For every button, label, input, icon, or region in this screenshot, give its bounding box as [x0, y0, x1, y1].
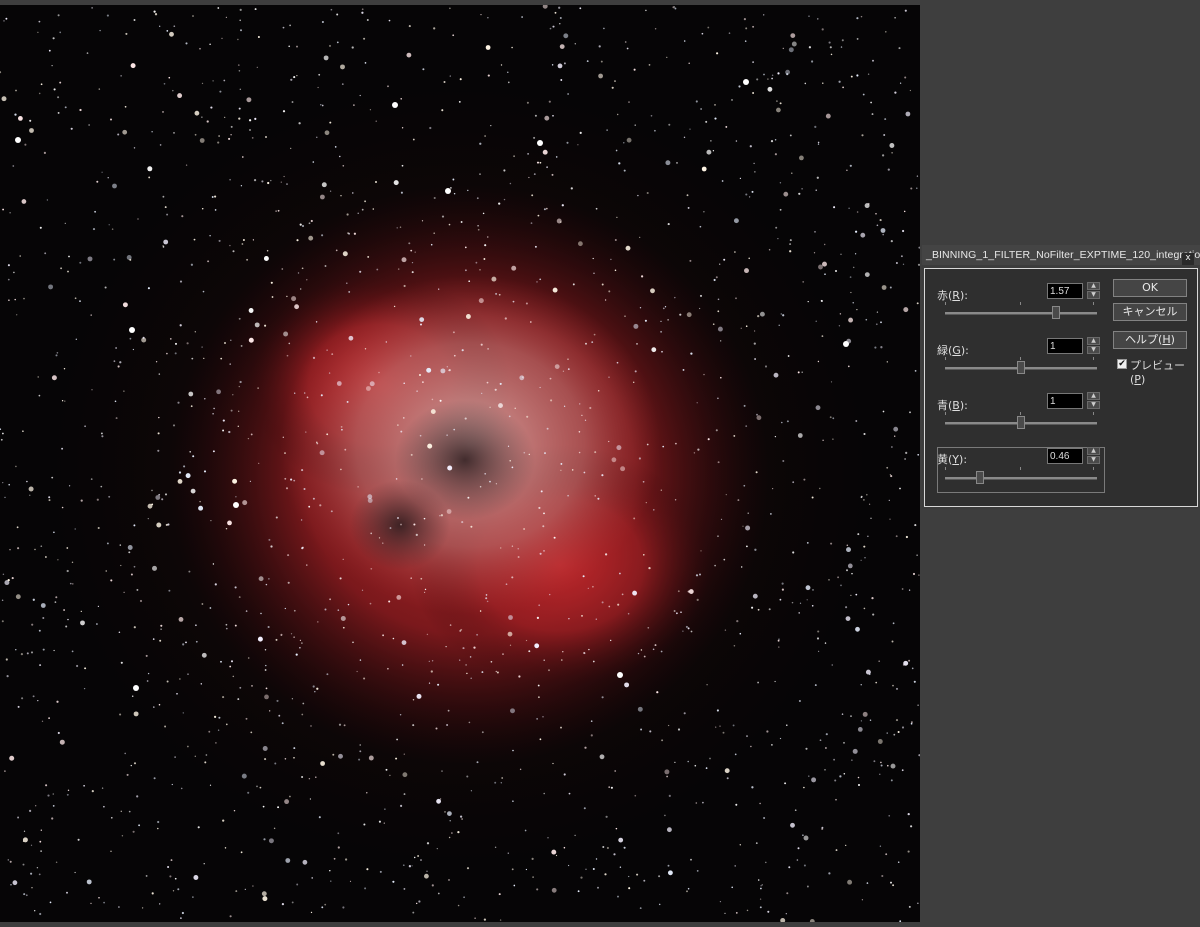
blue-spinner[interactable]: ▲ ▼	[1087, 392, 1100, 410]
close-icon[interactable]: x	[1182, 253, 1194, 265]
yellow-tick-mid	[1020, 467, 1021, 470]
chevron-up-icon[interactable]: ▲	[1087, 392, 1100, 400]
red-value-field[interactable]: 1.57	[1047, 283, 1083, 299]
chevron-down-icon[interactable]: ▼	[1087, 346, 1100, 354]
preview-checkbox[interactable]: ✔	[1117, 359, 1127, 369]
dialog-title: _BINNING_1_FILTER_NoFilter_EXPTIME_120_i…	[926, 249, 1200, 261]
help-button[interactable]: ヘルプ(H)	[1113, 331, 1187, 349]
red-slider-track[interactable]	[945, 312, 1097, 315]
chevron-down-icon[interactable]: ▼	[1087, 291, 1100, 299]
color-balance-dialog: _BINNING_1_FILTER_NoFilter_EXPTIME_120_i…	[922, 245, 1200, 509]
yellow-tick-min	[945, 467, 946, 470]
cancel-button[interactable]: キャンセル	[1113, 303, 1187, 321]
blue-tick-max	[1093, 412, 1094, 415]
blue-slider-thumb[interactable]	[1017, 416, 1025, 429]
yellow-value-field[interactable]: 0.46	[1047, 448, 1083, 464]
nebula-image	[0, 5, 920, 922]
green-tick-mid	[1020, 357, 1021, 360]
red-label: 赤(R):	[937, 289, 968, 302]
green-slider-thumb[interactable]	[1017, 361, 1025, 374]
blue-label: 青(B):	[937, 399, 968, 412]
chevron-up-icon[interactable]: ▲	[1087, 282, 1100, 290]
green-spinner[interactable]: ▲ ▼	[1087, 337, 1100, 355]
yellow-spinner[interactable]: ▲ ▼	[1087, 447, 1100, 465]
red-tick-min	[945, 302, 946, 305]
chevron-down-icon[interactable]: ▼	[1087, 456, 1100, 464]
yellow-slider-thumb[interactable]	[975, 471, 984, 484]
green-tick-max	[1093, 357, 1094, 360]
chevron-up-icon[interactable]: ▲	[1087, 337, 1100, 345]
dialog-body: 赤(R): 1.57 ▲ ▼ 緑(G): 1 ▲ ▼ 青(B): 1 ▲ ▼ 黄…	[924, 268, 1198, 507]
image-canvas[interactable]	[0, 5, 920, 922]
ok-button[interactable]: OK	[1113, 279, 1187, 297]
green-label: 緑(G):	[937, 344, 969, 357]
yellow-tick-max	[1093, 467, 1094, 470]
chevron-down-icon[interactable]: ▼	[1087, 401, 1100, 409]
preview-label[interactable]: プレビュー(P)	[1130, 357, 1197, 386]
red-tick-mid	[1020, 302, 1021, 305]
green-value-field[interactable]: 1	[1047, 338, 1083, 354]
green-tick-min	[945, 357, 946, 360]
blue-tick-min	[945, 412, 946, 415]
dialog-titlebar[interactable]: _BINNING_1_FILTER_NoFilter_EXPTIME_120_i…	[922, 245, 1200, 265]
red-slider-thumb[interactable]	[1051, 306, 1060, 319]
red-tick-max	[1093, 302, 1094, 305]
blue-value-field[interactable]: 1	[1047, 393, 1083, 409]
red-spinner[interactable]: ▲ ▼	[1087, 282, 1100, 300]
chevron-up-icon[interactable]: ▲	[1087, 447, 1100, 455]
blue-tick-mid	[1020, 412, 1021, 415]
yellow-slider-track[interactable]	[945, 477, 1097, 480]
